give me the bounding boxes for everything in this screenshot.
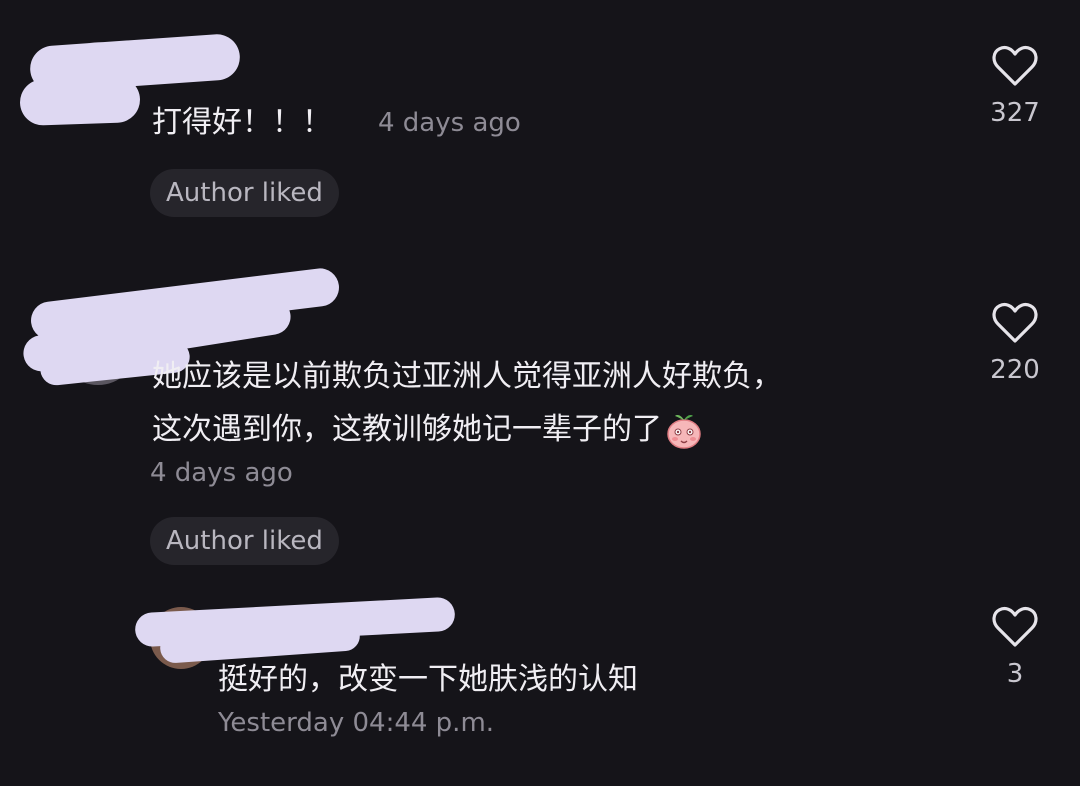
blushing-peach-emoji-icon [667, 414, 701, 449]
comment-item-1: 打得好！！！ 4 days ago Author liked 327 [0, 0, 1080, 240]
redacted-username [19, 75, 141, 127]
heart-icon [992, 45, 1038, 86]
comment-text-line-2: 这次遇到你，这教训够她记一辈子的了 [152, 405, 704, 455]
author-liked-badge: Author liked [150, 517, 339, 565]
comment-time: 4 days ago [378, 108, 521, 138]
comment-time: Yesterday 04:44 p.m. [218, 708, 495, 738]
heart-icon [992, 606, 1038, 647]
like-button[interactable]: 3 [975, 605, 1055, 689]
comment-time: 4 days ago [150, 458, 293, 488]
like-count: 3 [1006, 659, 1024, 689]
like-count: 327 [990, 98, 1040, 128]
comment-item-3: 挺好的，改变一下她肤浅的认知 Yesterday 04:44 p.m. 3 [0, 595, 1080, 786]
heart-icon [992, 302, 1038, 343]
comment-text-line-1: 她应该是以前欺负过亚洲人觉得亚洲人好欺负， [152, 359, 782, 394]
author-liked-badge: Author liked [150, 169, 339, 217]
like-count: 220 [990, 355, 1040, 385]
like-button[interactable]: 327 [975, 44, 1055, 128]
comment-item-2: 她应该是以前欺负过亚洲人觉得亚洲人好欺负， 这次遇到你，这教训够她记一辈子的了 … [0, 255, 1080, 585]
like-button[interactable]: 220 [975, 301, 1055, 385]
comment-text: 挺好的，改变一下她肤浅的认知 [218, 662, 638, 697]
comment-text: 打得好！！！ [152, 105, 332, 140]
comment-text-segment: 这次遇到你，这教训够她记一辈子的了 [152, 412, 662, 447]
